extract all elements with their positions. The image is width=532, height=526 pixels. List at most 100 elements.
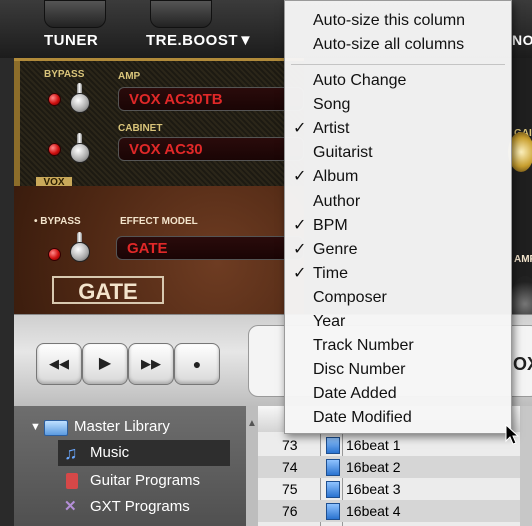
column-context-menu: Auto-size this column Auto-size all colu… <box>284 0 512 434</box>
track-number: 74 <box>282 459 298 475</box>
track-name: 16beat 4 <box>346 503 401 519</box>
menu-item-label: Composer <box>313 288 387 306</box>
menu-item-column-year[interactable]: Year <box>285 310 511 334</box>
table-row[interactable]: 76 16beat 4 <box>258 500 532 522</box>
track-name: 16beat 2 <box>346 459 401 475</box>
table-row[interactable]: 75 16beat 3 <box>258 478 532 500</box>
table-row[interactable]: 74 16beat 2 <box>258 456 532 478</box>
menu-item-label: Disc Number <box>313 361 406 379</box>
checkmark-icon: ✓ <box>293 264 307 282</box>
menu-item-column-author[interactable]: Author <box>285 190 511 214</box>
cabinet-label: CABINET <box>118 123 163 134</box>
amp-bypass-led <box>48 93 61 106</box>
checkmark-icon: ✓ <box>293 120 307 138</box>
effect-panel: • BYPASS EFFECT MODEL GATE GATE <box>14 186 304 314</box>
document-icon <box>326 503 340 520</box>
menu-item-column-bpm[interactable]: ✓ BPM <box>285 214 511 238</box>
track-name: 16beat 3 <box>346 481 401 497</box>
menu-item-label: Album <box>313 168 359 186</box>
menu-item-label: Date Added <box>313 385 397 403</box>
amp-model-select[interactable]: VOX AC30TB <box>118 87 304 111</box>
fast-forward-button[interactable]: ▶▶ <box>128 343 174 385</box>
menu-item-column-song[interactable]: Song <box>285 93 511 117</box>
menu-item-label: Auto-size this column <box>313 12 466 29</box>
library-item-label: GXT Programs <box>90 498 190 515</box>
play-button[interactable]: ▶ <box>82 343 128 385</box>
cabinet-bypass-switch[interactable] <box>68 133 90 163</box>
tuner-button[interactable]: TUNER <box>44 32 98 49</box>
music-note-icon: ♫ <box>64 443 78 463</box>
noise-reduction-label: NOI <box>512 32 532 48</box>
rewind-icon: ◀◀ <box>49 356 69 371</box>
library-item-label: Guitar Programs <box>90 472 201 489</box>
document-icon <box>326 437 340 454</box>
effect-bypass-switch[interactable] <box>68 232 90 262</box>
treble-boost-button[interactable]: TRE.BOOST▼ <box>146 32 253 49</box>
scroll-up-icon[interactable]: ▲ <box>247 418 257 429</box>
menu-item-label: Year <box>313 313 346 330</box>
checkmark-icon: ✓ <box>293 168 307 186</box>
menu-separator <box>291 64 505 65</box>
record-button[interactable]: ● <box>174 343 220 385</box>
document-icon <box>326 459 340 476</box>
play-icon: ▶ <box>98 355 112 372</box>
menu-item-column-date-modified[interactable]: Date Modified <box>285 406 511 430</box>
menu-item-column-date-added[interactable]: Date Added <box>285 382 511 406</box>
amp-label: AMP <box>118 71 141 82</box>
track-number: 76 <box>282 503 298 519</box>
menu-item-column-auto-change[interactable]: Auto Change <box>285 69 511 93</box>
library-item-gxt-programs[interactable]: ✕ GXT Programs <box>58 494 246 520</box>
library-item-master[interactable]: ▼ Master Library <box>14 414 246 440</box>
rewind-button[interactable]: ◀◀ <box>36 343 82 385</box>
cabinet-model-select[interactable]: VOX AC30 <box>118 137 304 161</box>
menu-item-column-time[interactable]: ✓ Time <box>285 262 511 286</box>
tuner-knob[interactable] <box>44 0 106 28</box>
checkmark-icon: ✓ <box>293 240 307 258</box>
menu-item-label: BPM <box>313 216 348 234</box>
library-item-guitar-programs[interactable]: Guitar Programs <box>58 468 246 494</box>
effect-model-select[interactable]: GATE <box>116 236 304 260</box>
record-icon: ● <box>192 356 202 372</box>
menu-item-column-genre[interactable]: ✓ Genre <box>285 238 511 262</box>
library-item-label: Music <box>90 444 130 461</box>
menu-item-label: Genre <box>313 240 358 258</box>
menu-item-label: Date Modified <box>313 409 412 427</box>
effect-model-label: EFFECT MODEL <box>120 216 198 227</box>
track-name: 16beat 1 <box>346 437 401 453</box>
menu-item-label: Guitarist <box>313 144 373 162</box>
menu-item-autosize-all[interactable]: Auto-size all columns <box>285 33 511 57</box>
folder-icon <box>44 420 68 436</box>
menu-item-column-composer[interactable]: Composer <box>285 286 511 310</box>
menu-item-label: Track Number <box>313 337 414 355</box>
menu-item-label: Artist <box>313 120 350 138</box>
effect-bypass-led <box>48 248 61 261</box>
effect-bypass-label: • BYPASS <box>34 216 81 227</box>
menu-item-autosize-column[interactable]: Auto-size this column <box>285 9 511 33</box>
checkmark-icon: ✓ <box>293 216 307 234</box>
library-sidebar: ▼ Master Library ♫ Music Guitar Programs… <box>14 406 259 526</box>
menu-item-label: Auto Change <box>313 72 407 89</box>
menu-item-label: Author <box>313 192 361 210</box>
menu-item-column-guitarist[interactable]: Guitarist <box>285 141 511 165</box>
menu-item-column-artist[interactable]: ✓ Artist <box>285 117 511 141</box>
library-item-label: Master Library <box>74 418 170 435</box>
amp-bypass-label: BYPASS <box>44 69 85 80</box>
track-number: 73 <box>282 437 298 453</box>
track-number: 75 <box>282 481 298 497</box>
mouse-cursor-icon <box>505 424 520 445</box>
lcd-logo-fragment: OX <box>512 354 532 374</box>
table-row[interactable]: 73 16beat 1 <box>258 434 532 456</box>
gxt-icon: ✕ <box>64 498 77 515</box>
disclosure-triangle-icon[interactable]: ▼ <box>30 414 41 440</box>
treble-boost-knob[interactable] <box>150 0 212 28</box>
menu-item-column-track-number[interactable]: Track Number <box>285 334 511 358</box>
menu-item-column-disc-number[interactable]: Disc Number <box>285 358 511 382</box>
menu-item-label: Time <box>313 264 348 282</box>
menu-item-label: Auto-size all columns <box>313 36 465 53</box>
library-item-music[interactable]: ♫ Music <box>58 440 230 466</box>
track-list-scrollbar[interactable] <box>520 406 532 526</box>
amp-bypass-switch[interactable] <box>68 83 90 113</box>
cabinet-bypass-led <box>48 143 61 156</box>
library-scrollbar[interactable]: ▲ <box>246 406 258 526</box>
menu-item-column-album[interactable]: ✓ Album <box>285 165 511 189</box>
